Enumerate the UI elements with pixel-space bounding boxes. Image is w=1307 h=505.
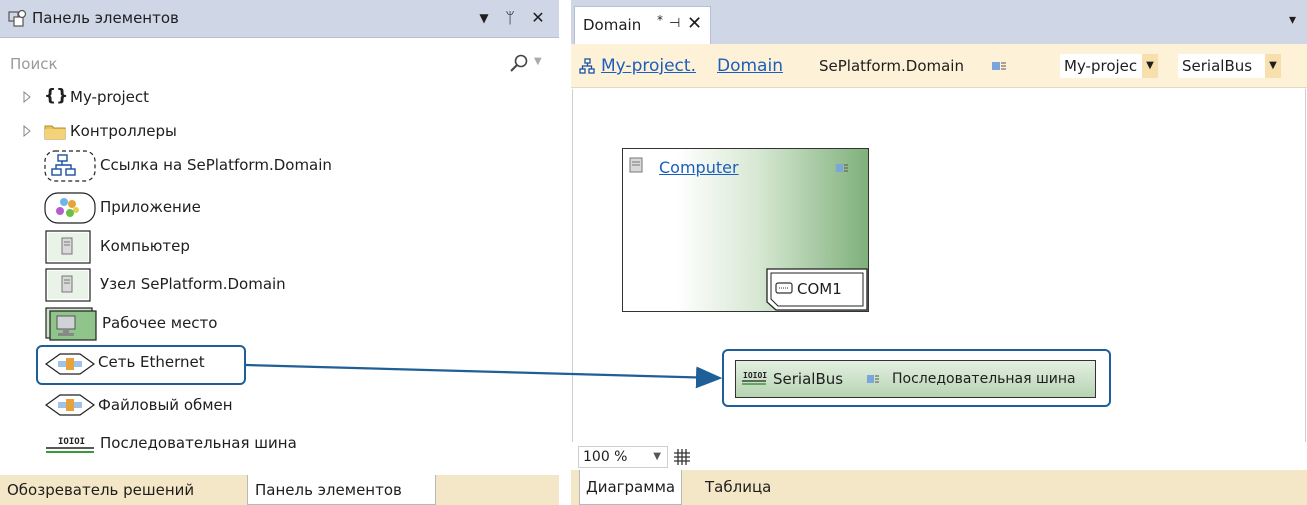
close-icon[interactable]: ✕ bbox=[528, 8, 548, 27]
toolbox-item-label: My-project bbox=[70, 88, 150, 106]
port-label: COM1 bbox=[797, 280, 842, 298]
tab-domain-document[interactable]: Domain * ⊣ ✕ bbox=[574, 6, 711, 44]
document-tab-title: Domain bbox=[583, 16, 642, 34]
serial-bus-icon: IOIOI bbox=[742, 371, 767, 385]
zoom-bar: 100 % ▼ bbox=[573, 444, 1307, 470]
search-dropdown-icon[interactable]: ▼ bbox=[534, 56, 542, 67]
breadcrumb-domain-link[interactable]: Domain bbox=[717, 56, 783, 76]
chevron-down-icon[interactable]: ▼ bbox=[1142, 54, 1158, 78]
toolbox-item-label: Приложение bbox=[100, 198, 201, 216]
project-combo-value: My-projec bbox=[1064, 57, 1138, 75]
view-tabs: Диаграмма Таблица bbox=[571, 470, 1307, 505]
toolbox-item-application[interactable]: Приложение bbox=[0, 190, 540, 226]
folder-icon bbox=[44, 125, 66, 140]
bus-combo[interactable]: SerialBus ▼ bbox=[1178, 54, 1281, 78]
toolbox-item-domain-node[interactable]: Узел SePlatform.Domain bbox=[0, 267, 540, 303]
serial-bus-node[interactable]: IOIOI SerialBus Последовательная шина bbox=[735, 360, 1096, 398]
ethernet-icon bbox=[44, 353, 96, 375]
toolbox-bottom-tabs: Обозреватель решений Панель элементов bbox=[0, 475, 559, 505]
document-tabbar: Domain * ⊣ ✕ ▾ bbox=[571, 0, 1307, 44]
grid-icon[interactable] bbox=[673, 448, 691, 466]
svg-text:IOIOI: IOIOI bbox=[58, 437, 85, 447]
tab-solution-explorer[interactable]: Обозреватель решений bbox=[0, 475, 201, 505]
toolbox-search: ▼ bbox=[0, 50, 559, 80]
toolbox-header: Панель элементов ▼ ᛘ ✕ bbox=[0, 0, 559, 38]
toolbox-item-file-exchange[interactable]: Файловый обмен bbox=[0, 388, 540, 424]
toolbox-item-my-project[interactable]: {} My-project bbox=[0, 80, 540, 116]
tab-table[interactable]: Таблица bbox=[699, 470, 777, 505]
search-icon[interactable] bbox=[508, 53, 530, 75]
toolbox-item-label: Контроллеры bbox=[70, 122, 177, 140]
overflow-menu-icon[interactable]: ▾ bbox=[1289, 12, 1296, 28]
tab-diagram[interactable]: Диаграмма bbox=[579, 470, 683, 505]
toolbox-icon bbox=[8, 9, 27, 27]
toolbox-item-label: Файловый обмен bbox=[98, 396, 233, 414]
close-tab-icon[interactable]: ✕ bbox=[687, 13, 702, 34]
expand-arrow-icon[interactable] bbox=[22, 91, 32, 103]
zoom-value: 100 % bbox=[583, 449, 628, 465]
workstation-icon bbox=[45, 307, 97, 341]
breadcrumb-project-link[interactable]: My-project. bbox=[601, 56, 696, 76]
computer-icon bbox=[45, 230, 91, 264]
server-icon bbox=[629, 157, 643, 173]
toolbox-title: Панель элементов bbox=[32, 9, 179, 27]
bus-combo-value: SerialBus bbox=[1182, 57, 1253, 75]
breadcrumb: My-project. Domain SePlatform.Domain My-… bbox=[571, 44, 1307, 88]
toolbox-item-controllers[interactable]: Контроллеры bbox=[0, 114, 540, 150]
toolbox-item-label: Компьютер bbox=[100, 237, 190, 255]
braces-icon: {} bbox=[44, 86, 69, 106]
properties-icon[interactable] bbox=[835, 163, 849, 174]
domain-link-icon bbox=[44, 150, 96, 182]
application-icon bbox=[44, 192, 96, 224]
file-exchange-icon bbox=[44, 394, 96, 416]
toolbox-item-workstation[interactable]: Рабочее место bbox=[0, 306, 540, 342]
toolbox-item-label: Ссылка на SePlatform.Domain bbox=[100, 156, 332, 174]
project-combo[interactable]: My-projec ▼ bbox=[1060, 54, 1158, 78]
com-port[interactable]: COM1 bbox=[766, 268, 868, 311]
bus-node-name: SerialBus bbox=[773, 370, 844, 388]
properties-icon[interactable] bbox=[991, 60, 1007, 72]
domain-node-icon bbox=[45, 268, 91, 302]
toolbox-item-ethernet[interactable]: Сеть Ethernet bbox=[0, 345, 540, 381]
bus-node-type: Последовательная шина bbox=[892, 371, 1076, 387]
computer-node-link[interactable]: Computer bbox=[659, 158, 739, 177]
toolbox-dropdown-icon[interactable]: ▼ bbox=[474, 11, 494, 25]
serial-bus-icon: IOIOI bbox=[46, 437, 94, 453]
toolbox-item-label: Узел SePlatform.Domain bbox=[100, 275, 286, 293]
modified-indicator: * bbox=[657, 13, 663, 27]
chevron-down-icon[interactable]: ▼ bbox=[653, 447, 661, 467]
tab-toolbox[interactable]: Панель элементов bbox=[247, 475, 436, 505]
search-input[interactable] bbox=[10, 52, 490, 76]
toolbox-item-label: Рабочее место bbox=[102, 314, 218, 332]
breadcrumb-type: SePlatform.Domain bbox=[819, 57, 964, 75]
expand-arrow-icon[interactable] bbox=[22, 125, 32, 137]
toolbox-item-serial-bus[interactable]: IOIOI Последовательная шина bbox=[0, 426, 540, 462]
toolbox-item-computer[interactable]: Компьютер bbox=[0, 229, 540, 265]
zoom-select[interactable]: 100 % ▼ bbox=[578, 446, 668, 468]
properties-icon[interactable] bbox=[866, 374, 880, 385]
toolbox-item-domain-link[interactable]: Ссылка на SePlatform.Domain bbox=[0, 148, 540, 184]
toolbox-item-label: Последовательная шина bbox=[100, 434, 297, 452]
svg-text:IOIOI: IOIOI bbox=[743, 371, 767, 380]
toolbox-panel: Панель элементов ▼ ᛘ ✕ ▼ {} My-project К… bbox=[0, 0, 559, 505]
domain-network-icon bbox=[579, 58, 595, 74]
pin-tab-icon[interactable]: ⊣ bbox=[669, 16, 680, 31]
pin-icon[interactable]: ᛘ bbox=[500, 8, 520, 27]
toolbox-item-label: Сеть Ethernet bbox=[98, 353, 205, 371]
chevron-down-icon[interactable]: ▼ bbox=[1265, 54, 1281, 78]
